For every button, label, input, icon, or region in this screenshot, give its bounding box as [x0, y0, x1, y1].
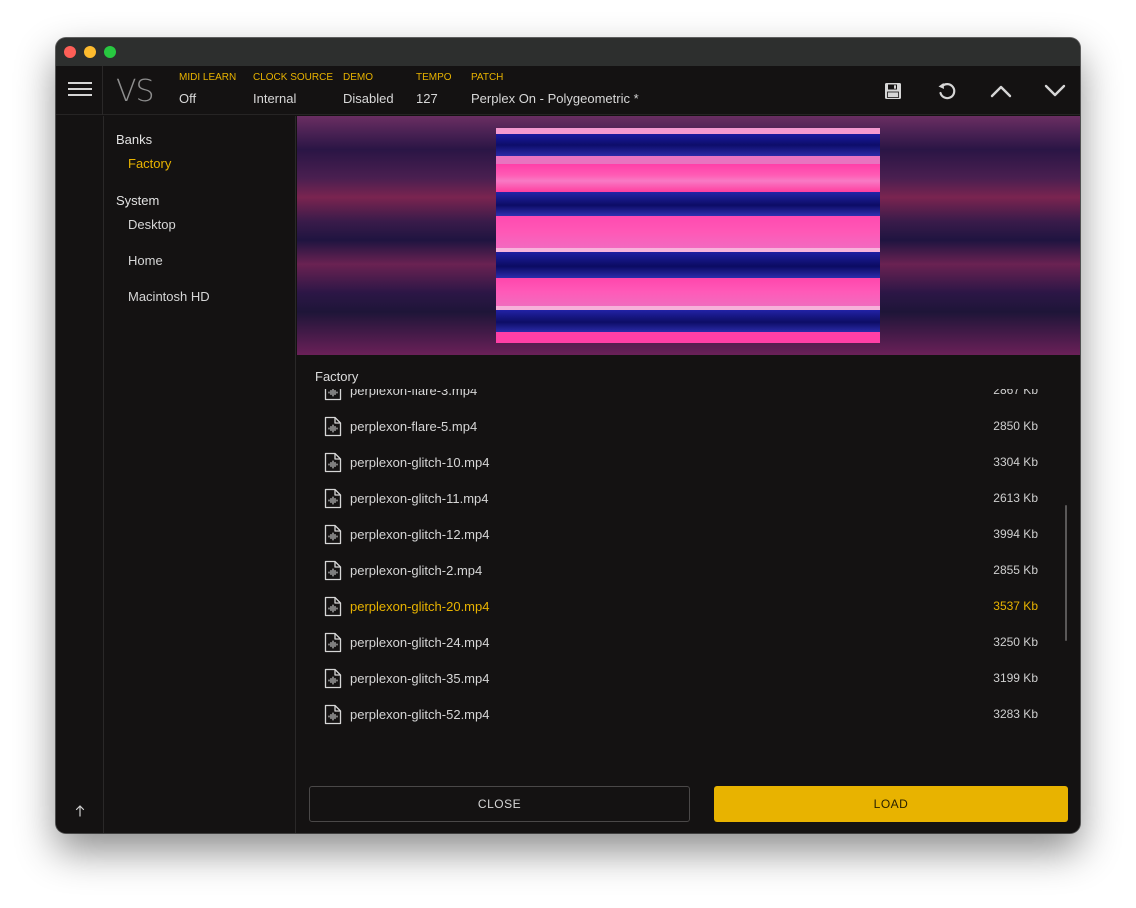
file-size: 3994 Kb — [993, 527, 1038, 541]
next-patch-button[interactable] — [1042, 78, 1068, 104]
revert-button[interactable] — [934, 78, 960, 104]
menu-icon-line — [68, 94, 92, 96]
left-rail — [56, 116, 104, 833]
save-button[interactable] — [880, 78, 906, 104]
menu-icon-line — [68, 88, 92, 90]
file-row[interactable]: perplexon-flare-3.mp4 2867 Kb — [297, 389, 1057, 409]
file-name: perplexon-glitch-12.mp4 — [350, 527, 490, 542]
demo-field[interactable]: DEMO Disabled — [343, 72, 394, 106]
file-row[interactable]: perplexon-flare-5.mp4 2850 Kb — [297, 409, 1057, 445]
patch-label: PATCH — [471, 72, 504, 83]
audio-file-icon — [324, 632, 342, 653]
patch-field[interactable]: PATCH Perplex On - Polygeometric * — [471, 72, 639, 106]
file-size: 2855 Kb — [993, 563, 1038, 577]
file-row[interactable]: perplexon-glitch-24.mp4 3250 Kb — [297, 625, 1057, 661]
current-folder-title: Factory — [315, 369, 359, 384]
file-size: 3304 Kb — [993, 455, 1038, 469]
file-size: 2867 Kb — [993, 389, 1038, 397]
app-window: VS MIDI LEARN Off CLOCK SOURCE Internal … — [56, 38, 1080, 833]
clock-source-value: Internal — [253, 91, 297, 106]
file-row[interactable]: perplexon-glitch-20.mp4 3537 Kb — [297, 589, 1057, 625]
save-icon — [885, 83, 901, 99]
midi-learn-value: Off — [179, 91, 197, 106]
zoom-window-button[interactable] — [104, 46, 116, 58]
close-button[interactable]: CLOSE — [309, 786, 690, 822]
parent-folder-button[interactable] — [72, 803, 88, 819]
demo-label: DEMO — [343, 72, 373, 83]
file-name: perplexon-glitch-20.mp4 — [350, 599, 490, 614]
load-button[interactable]: LOAD — [714, 786, 1068, 822]
arrow-up-icon — [75, 805, 85, 817]
file-row[interactable]: perplexon-glitch-11.mp4 2613 Kb — [297, 481, 1057, 517]
close-window-button[interactable] — [64, 46, 76, 58]
file-name: perplexon-glitch-11.mp4 — [350, 491, 489, 506]
midi-learn-field[interactable]: MIDI LEARN Off — [179, 72, 236, 106]
tempo-field[interactable]: TEMPO 127 — [416, 72, 452, 106]
patch-value: Perplex On - Polygeometric * — [471, 91, 639, 106]
sidebar-item-factory[interactable]: Factory — [128, 156, 171, 171]
tempo-label: TEMPO — [416, 72, 452, 83]
revert-icon — [938, 83, 956, 100]
clock-source-field[interactable]: CLOCK SOURCE Internal — [253, 72, 333, 106]
midi-learn-label: MIDI LEARN — [179, 72, 237, 83]
sidebar-item-home[interactable]: Home — [128, 253, 163, 268]
banks-heading: Banks — [116, 132, 153, 147]
chevron-down-icon — [1044, 84, 1066, 97]
audio-file-icon — [324, 416, 342, 437]
file-row[interactable]: perplexon-glitch-10.mp4 3304 Kb — [297, 445, 1057, 481]
file-name: perplexon-glitch-35.mp4 — [350, 671, 490, 686]
audio-file-icon — [324, 560, 342, 581]
file-row[interactable]: perplexon-glitch-12.mp4 3994 Kb — [297, 517, 1057, 553]
file-list-scrollbar[interactable] — [1065, 505, 1067, 641]
file-name: perplexon-glitch-52.mp4 — [350, 707, 490, 722]
chevron-up-icon — [990, 85, 1012, 98]
title-bar — [56, 38, 1080, 66]
menu-icon — [68, 82, 92, 84]
hamburger-menu-button[interactable] — [56, 66, 103, 115]
audio-file-icon — [324, 668, 342, 689]
audio-file-icon — [324, 488, 342, 509]
file-browser: Factory perplexon-flare-3.mp4 2867 Kb perp… — [297, 355, 1080, 833]
demo-value: Disabled — [343, 91, 394, 106]
file-name: perplexon-flare-3.mp4 — [350, 389, 478, 398]
previous-patch-button[interactable] — [988, 78, 1014, 104]
system-heading: System — [116, 193, 160, 208]
file-name: perplexon-glitch-24.mp4 — [350, 635, 490, 650]
minimize-window-button[interactable] — [84, 46, 96, 58]
file-size: 2850 Kb — [993, 419, 1038, 433]
file-row[interactable]: perplexon-glitch-35.mp4 3199 Kb — [297, 661, 1057, 697]
audio-file-icon — [324, 704, 342, 725]
location-sidebar: Banks Factory System Desktop Home Macint… — [104, 116, 296, 833]
app-logo: VS — [116, 74, 155, 109]
file-name: perplexon-glitch-2.mp4 — [350, 563, 483, 578]
file-size: 3250 Kb — [993, 635, 1038, 649]
clock-source-label: CLOCK SOURCE — [253, 72, 334, 83]
file-size: 3199 Kb — [993, 671, 1038, 685]
file-size: 2613 Kb — [993, 491, 1038, 505]
file-row[interactable]: perplexon-glitch-2.mp4 2855 Kb — [297, 553, 1057, 589]
header-bar: VS MIDI LEARN Off CLOCK SOURCE Internal … — [56, 66, 1080, 115]
video-preview — [297, 116, 1080, 355]
tempo-value: 127 — [416, 91, 438, 106]
sidebar-item-macintosh-hd[interactable]: Macintosh HD — [128, 289, 210, 304]
file-size: 3537 Kb — [993, 599, 1038, 613]
file-name: perplexon-glitch-10.mp4 — [350, 455, 490, 470]
file-size: 3283 Kb — [993, 707, 1038, 721]
file-row[interactable]: perplexon-glitch-52.mp4 3283 Kb — [297, 697, 1057, 733]
audio-file-icon — [324, 524, 342, 545]
audio-file-icon — [324, 452, 342, 473]
file-list[interactable]: perplexon-flare-3.mp4 2867 Kb perplexon-fl… — [297, 389, 1080, 759]
sidebar-item-desktop[interactable]: Desktop — [128, 217, 176, 232]
file-name: perplexon-flare-5.mp4 — [350, 419, 478, 434]
audio-file-icon — [324, 596, 342, 617]
video-thumbnail — [496, 128, 880, 343]
audio-file-icon — [324, 389, 342, 401]
